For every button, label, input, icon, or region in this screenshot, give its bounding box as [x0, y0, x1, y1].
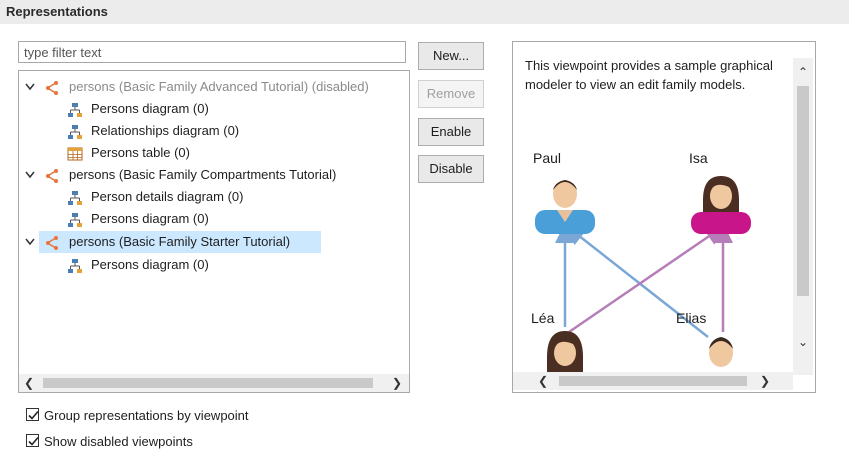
expand-chevron-icon[interactable] — [23, 76, 37, 98]
expand-chevron-icon[interactable] — [23, 164, 37, 186]
item-label: Relationships diagram (0) — [91, 123, 240, 138]
section-title: Representations — [6, 4, 108, 19]
item-label: Persons table (0) — [91, 145, 190, 160]
viewpoint-icon — [45, 235, 61, 251]
viewpoint-icon — [45, 168, 61, 184]
diagram-icon — [67, 212, 83, 228]
table-icon — [67, 146, 83, 162]
enable-button[interactable]: Enable — [418, 118, 484, 146]
checkbox-checked-icon[interactable] — [26, 434, 39, 447]
scroll-left-icon[interactable]: ❮ — [535, 372, 551, 390]
checkbox-checked-icon[interactable] — [26, 408, 39, 421]
filter-input[interactable]: type filter text — [18, 41, 406, 63]
item-label: Persons diagram (0) — [91, 257, 209, 272]
scroll-down-icon[interactable]: ⌄ — [793, 332, 813, 352]
option-label: Show disabled viewpoints — [44, 434, 193, 449]
disable-button[interactable]: Disable — [418, 155, 484, 183]
preview-vertical-scrollbar[interactable]: ⌃ ⌄ — [793, 58, 813, 375]
scrollbar-thumb[interactable] — [559, 376, 747, 386]
person-name-lea: Léa — [531, 310, 555, 326]
preview-horizontal-scrollbar[interactable]: ❮ ❯ — [513, 372, 793, 390]
remove-button[interactable]: Remove — [418, 80, 484, 108]
scrollbar-thumb[interactable] — [797, 86, 809, 296]
viewpoint-label: persons (Basic Family Advanced Tutorial)… — [69, 79, 369, 94]
person-male-icon — [535, 180, 595, 234]
tree-viewpoint-advanced[interactable]: persons (Basic Family Advanced Tutorial)… — [23, 76, 407, 98]
scrollbar-thumb[interactable] — [43, 378, 373, 388]
diagram-icon — [67, 258, 83, 274]
person-name-paul: Paul — [533, 150, 562, 166]
scroll-right-icon[interactable]: ❯ — [389, 374, 405, 392]
scroll-right-icon[interactable]: ❯ — [757, 372, 773, 390]
item-label: Person details diagram (0) — [91, 189, 244, 204]
person-name-elias: Elias — [676, 310, 707, 326]
expand-chevron-icon[interactable] — [23, 231, 37, 253]
representations-tree[interactable]: persons (Basic Family Advanced Tutorial)… — [18, 70, 410, 393]
new-button[interactable]: New... — [418, 42, 484, 70]
diagram-icon — [67, 102, 83, 118]
person-female-icon — [691, 176, 751, 234]
viewpoint-label: persons (Basic Family Starter Tutorial) — [69, 234, 291, 249]
representations-section-header: Representations — [0, 0, 849, 24]
person-name-isa: Isa — [689, 150, 708, 166]
tree-viewpoint-starter[interactable]: persons (Basic Family Starter Tutorial) — [23, 231, 407, 253]
viewpoint-preview-panel: This viewpoint provides a sample graphic… — [512, 41, 816, 393]
diagram-icon — [67, 124, 83, 140]
tree-viewpoint-compartments[interactable]: persons (Basic Family Compartments Tutor… — [23, 164, 407, 186]
viewpoint-icon — [45, 80, 61, 96]
item-label: Persons diagram (0) — [91, 211, 209, 226]
tree-horizontal-scrollbar[interactable]: ❮ ❯ — [19, 374, 409, 392]
scroll-left-icon[interactable]: ❮ — [21, 374, 37, 392]
item-label: Persons diagram (0) — [91, 101, 209, 116]
diagram-icon — [67, 190, 83, 206]
option-label: Group representations by viewpoint — [44, 408, 249, 423]
viewpoint-label: persons (Basic Family Compartments Tutor… — [69, 167, 337, 182]
scroll-up-icon[interactable]: ⌃ — [793, 62, 813, 82]
